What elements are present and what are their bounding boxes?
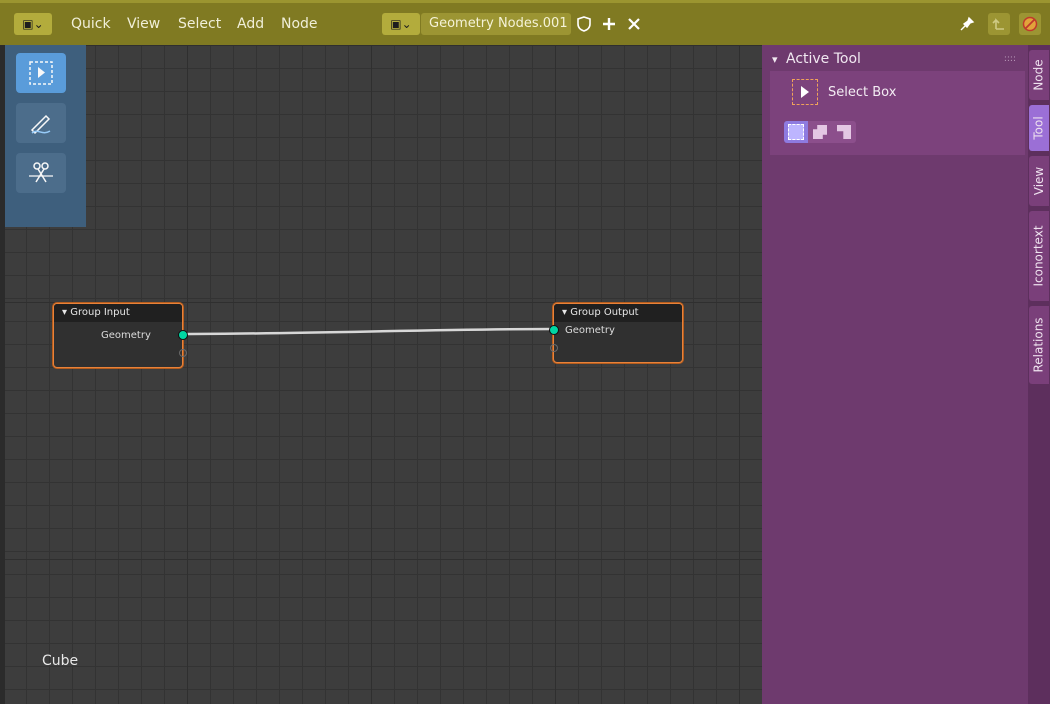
group-output-header[interactable]: ▾ Group Output [554,304,682,322]
group-input-geometry-label: Geometry [101,330,151,341]
mode-set-icon [788,124,804,140]
group-output-title: Group Output [570,307,639,318]
group-input-title: Group Input [70,307,130,318]
tab-tool[interactable]: Tool [1029,105,1049,151]
geometry-link [182,327,554,336]
mode-extend-button[interactable] [808,121,832,143]
group-output-geometry-label: Geometry [565,325,615,336]
tab-relations[interactable]: Relations [1029,306,1049,384]
active-tool-title: Active Tool [785,51,861,67]
tab-node-label: Node [1032,59,1047,91]
mode-set-button[interactable] [784,121,808,143]
pin-icon[interactable] [956,13,978,35]
tab-iconortext-label: Iconortext [1032,225,1047,287]
group-output-empty-socket[interactable] [550,344,558,352]
sidebar-panel: ▾ Active Tool :::: Select Box [762,45,1028,704]
drag-handle-icon[interactable]: :::: [1004,48,1016,70]
no-entry-icon[interactable] [1019,13,1041,35]
collapse-arrow-icon[interactable]: ▾ [562,307,567,318]
tab-view-label: View [1032,166,1047,196]
selection-mode-buttons [784,121,856,143]
parent-node-tree-icon[interactable] [988,13,1010,35]
active-tool-name: Select Box [828,85,897,100]
group-output-node[interactable]: ▾ Group Output Geometry [549,303,683,363]
group-input-empty-socket[interactable] [179,349,187,357]
panel-collapse-icon[interactable]: ▾ [772,53,778,66]
active-tool-panel-header[interactable]: ▾ Active Tool :::: [772,48,1022,70]
collapse-arrow-icon[interactable]: ▾ [62,307,67,318]
active-tool-panel-body: Select Box [770,71,1025,155]
sidebar-tabs: Node Tool View Iconortext Relations [1028,45,1050,704]
group-input-geometry-socket[interactable] [178,330,188,340]
tab-relations-label: Relations [1032,317,1047,373]
group-output-geometry-socket[interactable] [549,325,559,335]
select-box-tool-icon [792,79,818,105]
group-input-header[interactable]: ▾ Group Input [54,304,182,322]
tab-iconortext[interactable]: Iconortext [1029,211,1049,301]
mode-subtract-button[interactable] [832,121,856,143]
active-object-name: Cube [42,653,79,669]
tab-tool-label: Tool [1032,116,1046,140]
mode-subtract-icon [837,125,851,139]
tab-view[interactable]: View [1029,156,1049,206]
tab-node[interactable]: Node [1029,50,1049,100]
group-input-node[interactable]: ▾ Group Input Geometry [53,303,188,368]
mode-extend-icon [813,125,827,139]
